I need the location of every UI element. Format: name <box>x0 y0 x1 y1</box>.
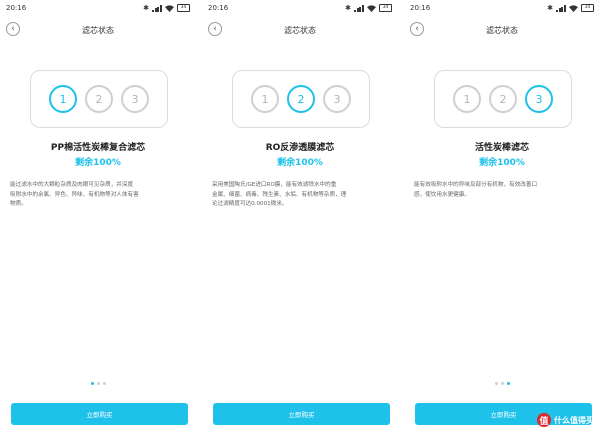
page-dot-2 <box>500 382 504 385</box>
page-dot-3 <box>506 382 510 385</box>
step-2[interactable]: 2 <box>287 85 315 113</box>
chevron-left-icon: ‹ <box>11 24 15 34</box>
wifi-icon <box>165 4 174 12</box>
page-dot-1 <box>90 382 94 385</box>
back-button[interactable]: ‹ <box>6 22 20 36</box>
filter-step-card: 1 2 3 <box>232 70 370 128</box>
step-1[interactable]: 1 <box>453 85 481 113</box>
phone-screen-3: 20:16 ✱ 34 ‹ 滤芯状态 1 2 3 活性炭棒滤芯 剩余100% 能有… <box>404 0 600 436</box>
phone-screen-2: 20:16 ✱ 34 ‹ 滤芯状态 1 2 3 RO反渗透膜滤芯 剩余100% … <box>202 0 398 436</box>
filter-name: PP棉活性炭棒复合滤芯 <box>50 143 146 153</box>
page-title: 滤芯状态 <box>82 25 114 35</box>
signal-icon <box>152 4 162 12</box>
status-time: 20:16 <box>410 4 431 12</box>
back-button[interactable]: ‹ <box>410 22 424 36</box>
page-dot-2 <box>96 382 100 385</box>
filter-description: 采用美国陶氏/GE进口RO膜，能有效滤除水中的重 金属、细菌、病毒、残生素、水垢… <box>212 182 347 207</box>
filter-name: 活性炭棒滤芯 <box>474 143 529 153</box>
status-time: 20:16 <box>6 4 27 12</box>
step-2[interactable]: 2 <box>85 85 113 113</box>
page-indicator <box>0 382 196 385</box>
bluetooth-icon: ✱ <box>547 4 553 12</box>
step-1[interactable]: 1 <box>49 85 77 113</box>
status-bar: 20:16 ✱ 34 <box>0 0 196 16</box>
remaining-percent: 剩余100% <box>479 158 525 168</box>
remaining-percent: 剩余100% <box>75 158 121 168</box>
watermark-text: 什么值得买 <box>554 415 594 425</box>
step-3[interactable]: 3 <box>323 85 351 113</box>
status-bar: 20:16 ✱ 34 <box>404 0 600 16</box>
nav-bar: ‹ 滤芯状态 <box>202 16 398 44</box>
battery-icon: 34 <box>581 4 594 12</box>
buy-now-button[interactable]: 立即购买 <box>11 403 188 425</box>
watermark: 值 什么值得买 <box>537 413 594 427</box>
wifi-icon <box>569 4 578 12</box>
wifi-icon <box>367 4 376 12</box>
page-dot-1 <box>494 382 498 385</box>
buy-now-button[interactable]: 立即购买 <box>213 403 390 425</box>
status-bar: 20:16 ✱ 34 <box>202 0 398 16</box>
page-title: 滤芯状态 <box>486 25 518 35</box>
step-2[interactable]: 2 <box>489 85 517 113</box>
page-dot-3 <box>102 382 106 385</box>
battery-icon: 34 <box>379 4 392 12</box>
battery-icon: 34 <box>177 4 190 12</box>
bluetooth-icon: ✱ <box>143 4 149 12</box>
filter-step-card: 1 2 3 <box>434 70 572 128</box>
phone-screen-1: 20:16 ✱ 34 ‹ 滤芯状态 1 2 3 PP棉活性炭棒复合滤芯 剩余10… <box>0 0 196 436</box>
status-icons: ✱ 34 <box>547 4 594 12</box>
status-icons: ✱ 34 <box>143 4 190 12</box>
filter-name: RO反渗透膜滤芯 <box>265 143 335 153</box>
signal-icon <box>556 4 566 12</box>
status-icons: ✱ 34 <box>345 4 392 12</box>
nav-bar: ‹ 滤芯状态 <box>0 16 196 44</box>
filter-description: 能过滤水中的大颗粒杂质及肉眼可见杂质，并深度 吸附水中的余氯、异色、异味、有机物… <box>10 182 139 207</box>
signal-icon <box>354 4 364 12</box>
page-indicator <box>404 382 600 385</box>
chevron-left-icon: ‹ <box>213 24 217 34</box>
watermark-logo-icon: 值 <box>537 413 551 427</box>
back-button[interactable]: ‹ <box>208 22 222 36</box>
page-title: 滤芯状态 <box>284 25 316 35</box>
step-3[interactable]: 3 <box>121 85 149 113</box>
step-1[interactable]: 1 <box>251 85 279 113</box>
filter-step-card: 1 2 3 <box>30 70 168 128</box>
nav-bar: ‹ 滤芯状态 <box>404 16 600 44</box>
status-time: 20:16 <box>208 4 229 12</box>
chevron-left-icon: ‹ <box>415 24 419 34</box>
filter-description: 能有效吸附水中的异味及部分有机物，有效改善口 感，使饮用水更健康。 <box>414 182 538 198</box>
screens-row: 20:16 ✱ 34 ‹ 滤芯状态 1 2 3 PP棉活性炭棒复合滤芯 剩余10… <box>0 0 600 436</box>
step-3[interactable]: 3 <box>525 85 553 113</box>
bluetooth-icon: ✱ <box>345 4 351 12</box>
remaining-percent: 剩余100% <box>277 158 323 168</box>
